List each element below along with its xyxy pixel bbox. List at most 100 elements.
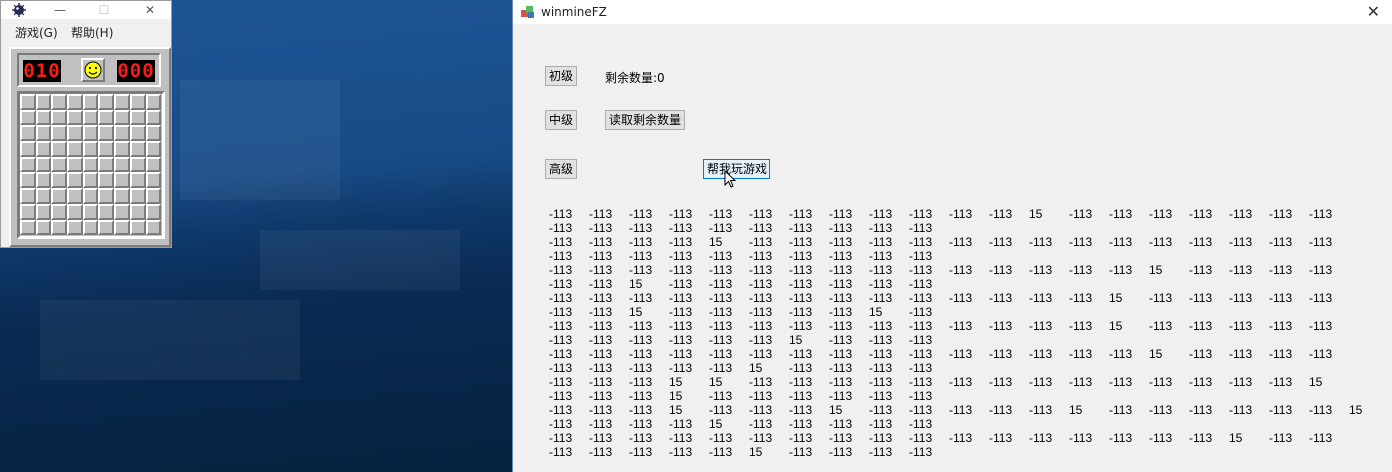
mine-cell[interactable] <box>98 94 115 110</box>
mine-cell[interactable] <box>114 109 130 126</box>
mine-cell[interactable] <box>20 109 36 126</box>
mine-cell[interactable] <box>20 219 36 236</box>
mine-cell[interactable] <box>129 94 146 110</box>
mine-cell[interactable] <box>98 109 115 126</box>
mine-cell[interactable] <box>51 172 68 189</box>
mine-cell[interactable] <box>35 109 52 126</box>
mine-cell[interactable] <box>129 188 146 204</box>
mine-cell[interactable] <box>114 188 130 204</box>
dump-value: -113 <box>789 263 813 277</box>
mine-cell[interactable] <box>98 141 115 157</box>
mine-cell[interactable] <box>129 203 146 220</box>
mine-cell[interactable] <box>145 109 162 126</box>
mine-cell[interactable] <box>67 172 83 189</box>
dump-value: 15 <box>749 445 763 459</box>
mine-cell[interactable] <box>82 94 99 110</box>
mine-cell[interactable] <box>35 156 52 173</box>
mine-cell[interactable] <box>20 125 36 142</box>
mine-cell[interactable] <box>98 172 115 189</box>
mine-cell[interactable] <box>145 156 162 173</box>
minimize-button[interactable]: — <box>45 1 75 19</box>
mine-cell[interactable] <box>82 156 99 173</box>
mine-cell[interactable] <box>114 125 130 142</box>
mine-cell[interactable] <box>51 203 68 220</box>
mine-cell[interactable] <box>20 188 36 204</box>
mine-cell[interactable] <box>35 125 52 142</box>
mine-cell[interactable] <box>51 156 68 173</box>
beginner-button[interactable]: 初级 <box>545 66 577 86</box>
dump-value: -113 <box>1109 431 1133 445</box>
mine-cell[interactable] <box>67 188 83 204</box>
mine-cell[interactable] <box>82 188 99 204</box>
mine-cell[interactable] <box>35 188 52 204</box>
mine-cell[interactable] <box>67 125 83 142</box>
menu-game[interactable]: 游戏(G) <box>15 24 58 41</box>
mine-cell[interactable] <box>82 109 99 126</box>
mine-cell[interactable] <box>20 141 36 157</box>
mine-cell[interactable] <box>51 219 68 236</box>
mine-cell[interactable] <box>145 141 162 157</box>
mine-cell[interactable] <box>114 141 130 157</box>
mine-cell[interactable] <box>51 188 68 204</box>
mine-cell[interactable] <box>82 141 99 157</box>
mine-cell[interactable] <box>145 219 162 236</box>
mine-cell[interactable] <box>35 203 52 220</box>
mine-cell[interactable] <box>67 219 83 236</box>
mine-cell[interactable] <box>145 172 162 189</box>
dump-value: -113 <box>629 417 653 431</box>
maximize-button[interactable]: ☐ <box>89 1 119 19</box>
minesweeper-titlebar[interactable]: — ☐ ✕ <box>1 1 171 19</box>
intermediate-button[interactable]: 中级 <box>545 110 577 130</box>
expert-button[interactable]: 高级 <box>545 159 577 179</box>
mine-cell[interactable] <box>51 141 68 157</box>
mine-cell[interactable] <box>35 219 52 236</box>
mine-cell[interactable] <box>114 172 130 189</box>
close-button[interactable]: ✕ <box>1367 2 1380 21</box>
mine-cell[interactable] <box>35 172 52 189</box>
mine-cell[interactable] <box>67 94 83 110</box>
mine-cell[interactable] <box>51 125 68 142</box>
mine-cell[interactable] <box>20 172 36 189</box>
mine-cell[interactable] <box>114 94 130 110</box>
mine-cell[interactable] <box>51 94 68 110</box>
mine-cell[interactable] <box>67 156 83 173</box>
mine-cell[interactable] <box>20 156 36 173</box>
mine-cell[interactable] <box>145 94 162 110</box>
mine-cell[interactable] <box>114 156 130 173</box>
mine-cell[interactable] <box>82 219 99 236</box>
mine-cell[interactable] <box>129 219 146 236</box>
mine-cell[interactable] <box>67 109 83 126</box>
menu-help[interactable]: 帮助(H) <box>71 24 113 41</box>
mine-cell[interactable] <box>98 203 115 220</box>
mine-cell[interactable] <box>67 141 83 157</box>
mine-cell[interactable] <box>114 219 130 236</box>
mine-cell[interactable] <box>114 203 130 220</box>
mine-cell[interactable] <box>129 125 146 142</box>
minefield-grid[interactable] <box>17 91 165 239</box>
mine-cell[interactable] <box>129 156 146 173</box>
mine-cell[interactable] <box>129 172 146 189</box>
mine-cell[interactable] <box>129 141 146 157</box>
mine-cell[interactable] <box>98 125 115 142</box>
mine-cell[interactable] <box>129 109 146 126</box>
winminefz-titlebar[interactable]: winmineFZ ✕ <box>513 0 1392 24</box>
mine-cell[interactable] <box>67 203 83 220</box>
minesweeper-status-panel: 010 000 <box>17 53 161 87</box>
close-button[interactable]: ✕ <box>135 1 165 19</box>
mine-cell[interactable] <box>98 188 115 204</box>
mine-cell[interactable] <box>35 94 52 110</box>
smiley-reset-button[interactable] <box>81 58 105 82</box>
mine-cell[interactable] <box>82 203 99 220</box>
mine-cell[interactable] <box>82 172 99 189</box>
read-remaining-button[interactable]: 读取剩余数量 <box>605 110 685 130</box>
mine-cell[interactable] <box>98 219 115 236</box>
mine-cell[interactable] <box>82 125 99 142</box>
mine-cell[interactable] <box>145 203 162 220</box>
mine-cell[interactable] <box>20 94 36 110</box>
mine-cell[interactable] <box>145 125 162 142</box>
mine-cell[interactable] <box>98 156 115 173</box>
mine-cell[interactable] <box>20 203 36 220</box>
mine-cell[interactable] <box>51 109 68 126</box>
mine-cell[interactable] <box>145 188 162 204</box>
mine-cell[interactable] <box>35 141 52 157</box>
